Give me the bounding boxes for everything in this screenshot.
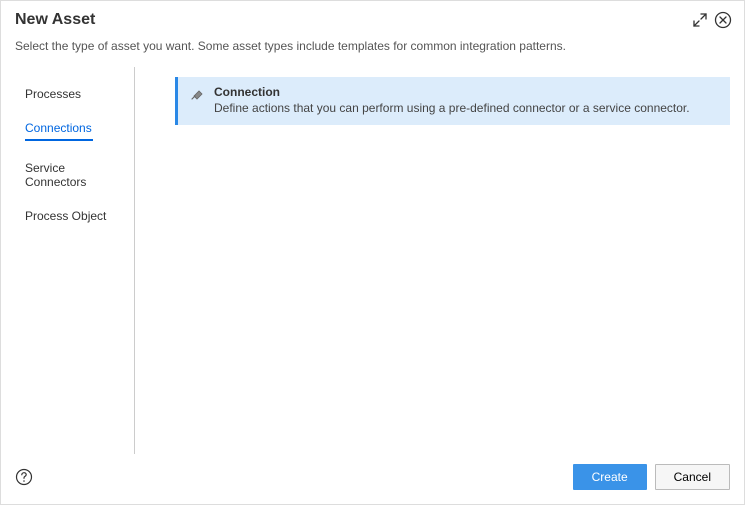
expand-icon[interactable] — [692, 12, 708, 28]
sidebar-item-process-object[interactable]: Process Object — [15, 199, 134, 233]
help-icon[interactable] — [15, 468, 33, 486]
footer: Create Cancel — [1, 454, 744, 504]
sidebar-item-label: Service Connectors — [25, 161, 86, 189]
sidebar-item-label: Processes — [25, 87, 81, 101]
create-button[interactable]: Create — [573, 464, 647, 490]
footer-buttons: Create Cancel — [573, 464, 730, 490]
asset-card-connection[interactable]: Connection Define actions that you can p… — [175, 77, 730, 125]
dialog-subtitle: Select the type of asset you want. Some … — [1, 35, 744, 67]
content-area: Processes Connections Service Connectors… — [1, 67, 744, 454]
cancel-button[interactable]: Cancel — [655, 464, 730, 490]
asset-panel: Connection Define actions that you can p… — [135, 67, 730, 454]
title-actions — [692, 11, 732, 29]
titlebar: New Asset — [1, 1, 744, 35]
sidebar: Processes Connections Service Connectors… — [15, 67, 135, 454]
close-icon[interactable] — [714, 11, 732, 29]
sidebar-item-label: Connections — [25, 121, 92, 135]
dialog-title: New Asset — [15, 11, 95, 29]
asset-text: Connection Define actions that you can p… — [214, 85, 690, 115]
sidebar-item-connections[interactable]: Connections — [15, 111, 134, 151]
connection-icon — [190, 87, 204, 106]
asset-description: Define actions that you can perform usin… — [214, 101, 690, 115]
sidebar-item-service-connectors[interactable]: Service Connectors — [15, 151, 134, 199]
asset-title: Connection — [214, 85, 690, 99]
sidebar-item-processes[interactable]: Processes — [15, 77, 134, 111]
sidebar-item-label: Process Object — [25, 209, 106, 223]
